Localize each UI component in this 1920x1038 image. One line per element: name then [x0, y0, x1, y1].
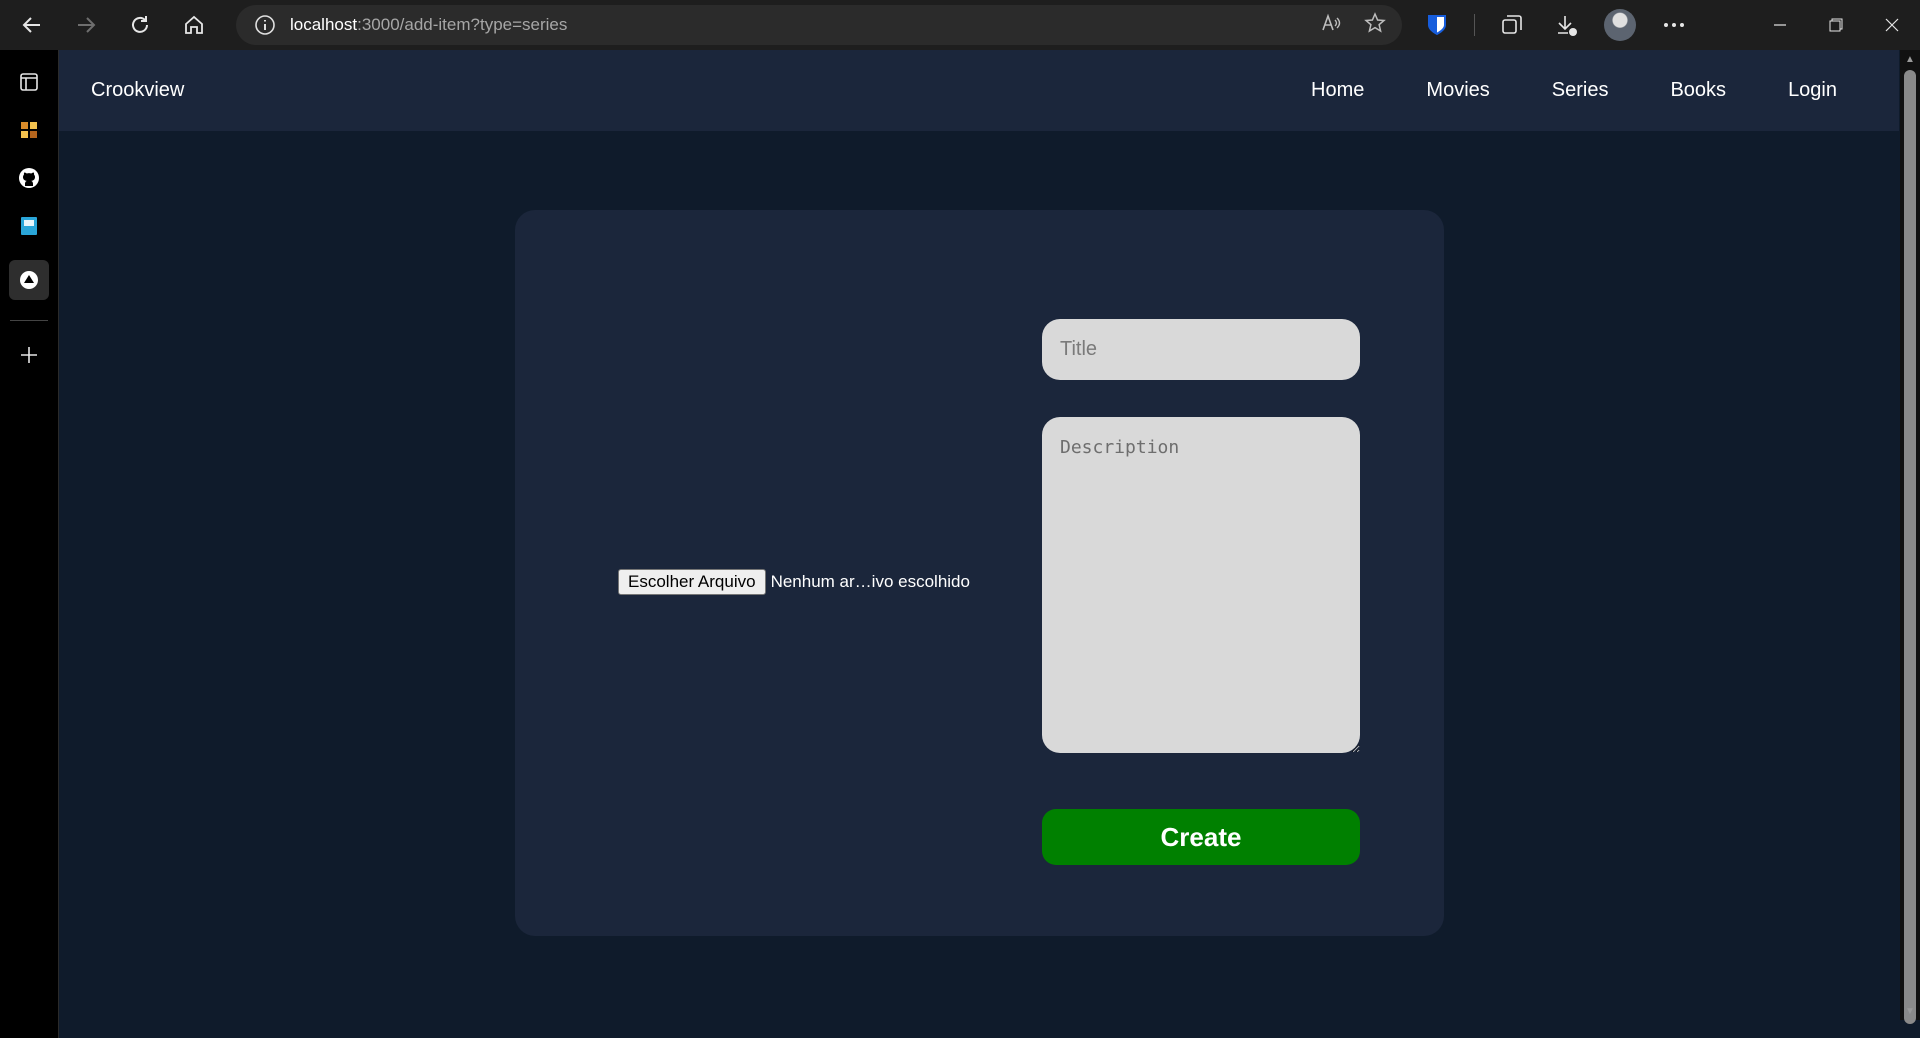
github-icon[interactable] — [15, 164, 43, 192]
app-header: Crookview Home Movies Series Books Login — [59, 50, 1899, 131]
app-tile-icon[interactable] — [15, 116, 43, 144]
reload-icon[interactable] — [120, 5, 160, 45]
profile-avatar[interactable] — [1603, 8, 1637, 42]
collections-icon[interactable] — [1495, 8, 1529, 42]
url-path: :3000/add-item?type=series — [357, 15, 568, 34]
address-bar[interactable]: localhost:3000/add-item?type=series — [236, 5, 1402, 45]
browser-toolbar: localhost:3000/add-item?type=series — [0, 0, 1920, 50]
active-app-icon[interactable] — [9, 260, 49, 300]
page-scrollbar[interactable]: ▲ ▼ — [1900, 50, 1920, 1024]
browser-sidebar — [0, 50, 59, 1038]
nav-movies[interactable]: Movies — [1426, 79, 1489, 102]
bookmark-app-icon[interactable] — [15, 212, 43, 240]
downloads-icon[interactable] — [1549, 8, 1583, 42]
nav-home[interactable]: Home — [1311, 79, 1364, 102]
nav-login[interactable]: Login — [1788, 79, 1837, 102]
brand-logo[interactable]: Crookview — [91, 79, 184, 102]
add-icon[interactable] — [15, 341, 43, 369]
forward-icon[interactable] — [66, 5, 106, 45]
bitwarden-icon[interactable] — [1420, 8, 1454, 42]
scroll-up-icon[interactable]: ▲ — [1900, 50, 1920, 68]
restore-icon[interactable] — [1808, 0, 1864, 50]
add-item-card: Escolher Arquivo Nenhum ar…ivo escolhido… — [515, 210, 1444, 936]
home-icon[interactable] — [174, 5, 214, 45]
read-aloud-icon[interactable] — [1320, 12, 1342, 39]
choose-file-button[interactable]: Escolher Arquivo — [618, 569, 766, 595]
scroll-down-icon[interactable]: ▼ — [1900, 1002, 1920, 1020]
nav-books[interactable]: Books — [1670, 79, 1726, 102]
nav-series[interactable]: Series — [1552, 79, 1609, 102]
minimize-icon[interactable] — [1752, 0, 1808, 50]
main-nav: Home Movies Series Books Login — [1311, 79, 1837, 102]
more-menu-icon[interactable] — [1657, 8, 1691, 42]
favorite-add-icon[interactable] — [1364, 11, 1386, 39]
window-controls — [1752, 0, 1920, 50]
description-input[interactable] — [1042, 417, 1360, 753]
url-host: localhost — [290, 15, 358, 34]
browser-tools — [1420, 0, 1691, 50]
tab-actions-icon[interactable] — [15, 68, 43, 96]
create-button[interactable]: Create — [1042, 809, 1360, 865]
close-icon[interactable] — [1864, 0, 1920, 50]
sidebar-divider — [10, 320, 48, 321]
file-upload: Escolher Arquivo Nenhum ar…ivo escolhido — [618, 569, 970, 595]
file-status: Nenhum ar…ivo escolhido — [770, 572, 970, 591]
title-input[interactable] — [1042, 319, 1360, 380]
site-info-icon[interactable] — [254, 14, 276, 36]
toolbar-divider — [1474, 14, 1475, 36]
back-icon[interactable] — [12, 5, 52, 45]
scroll-thumb[interactable] — [1904, 70, 1916, 1024]
